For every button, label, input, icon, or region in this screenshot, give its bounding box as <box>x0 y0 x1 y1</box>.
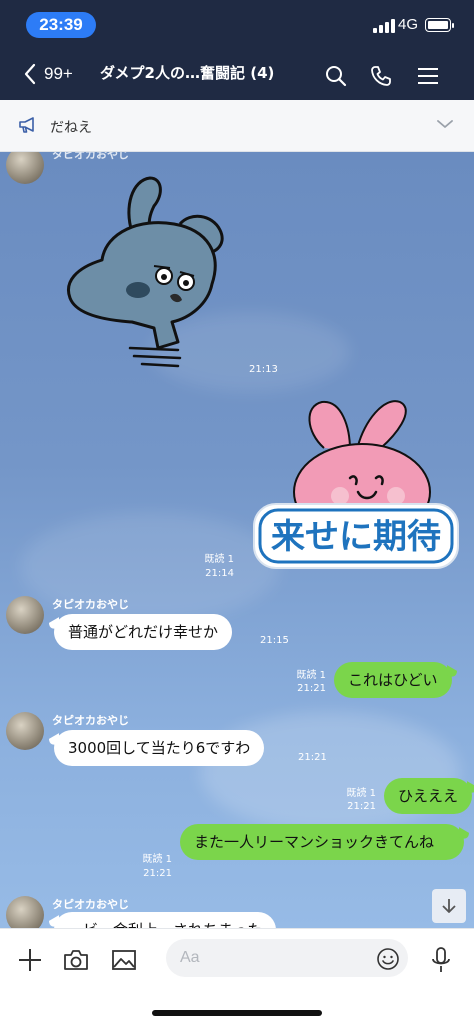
chat-title: ダメプ2人の…奮闘記 (4) <box>100 64 275 82</box>
message-bubble[interactable]: また一人リーマンショックきてんね <box>180 824 464 860</box>
menu-button[interactable] <box>414 62 442 90</box>
chevron-down-icon[interactable] <box>436 119 454 129</box>
avatar[interactable] <box>6 152 44 184</box>
pink-rabbit-sticker[interactable]: 来せに期待 <box>246 392 466 574</box>
image-button[interactable] <box>109 945 139 975</box>
sticker-text: 来せに期待 <box>271 517 441 557</box>
announcement-text: だねえ <box>50 120 92 136</box>
message-time: 21:21 <box>298 752 327 763</box>
blue-creature-sticker[interactable] <box>62 172 232 372</box>
add-button[interactable] <box>15 945 45 975</box>
voice-button[interactable] <box>426 945 456 975</box>
message-bubble[interactable]: …ビ…金利上…されちまった <box>54 912 277 928</box>
unread-count: 99+ <box>44 64 73 83</box>
announcement-bar[interactable]: だねえ <box>0 100 474 152</box>
message-time: 21:21 <box>347 801 376 812</box>
avatar[interactable] <box>6 712 44 750</box>
megaphone-icon <box>19 117 34 133</box>
emoji-icon <box>377 948 399 970</box>
read-receipt: 既読 1 <box>204 554 234 565</box>
battery-icon <box>425 18 454 32</box>
sender-name: タピオカおやじ <box>52 714 129 727</box>
status-time: 23:39 <box>26 12 96 38</box>
image-icon <box>112 950 136 970</box>
message-bubble[interactable]: これはひどい <box>334 662 452 698</box>
mic-icon <box>432 947 450 972</box>
sender-name: タピオカおやじ <box>52 598 129 611</box>
avatar[interactable] <box>6 896 44 928</box>
read-receipt: 既読 1 <box>142 854 172 865</box>
call-button[interactable] <box>367 62 395 90</box>
sender-name: タピオカおやじ <box>52 152 129 161</box>
search-button[interactable] <box>322 62 350 90</box>
home-indicator <box>152 1010 322 1016</box>
back-button[interactable]: 99+ <box>24 56 73 92</box>
status-bar: 23:39 4G <box>0 10 474 40</box>
chevron-left-icon <box>24 63 36 85</box>
message-bubble[interactable]: 3000回して当たり6ですわ <box>54 730 265 766</box>
arrow-down-icon <box>442 899 456 913</box>
message-time: 21:21 <box>143 868 172 879</box>
sender-name: タピオカおやじ <box>52 898 129 911</box>
avatar[interactable] <box>6 596 44 634</box>
message-bubble[interactable]: ひえええ <box>384 778 473 814</box>
network-type: 4G <box>398 16 419 33</box>
chat-header: 99+ ダメプ2人の…奮闘記 (4) <box>0 52 474 100</box>
scroll-to-bottom-button[interactable] <box>432 889 466 923</box>
message-bubble[interactable]: 普通がどれだけ幸せか <box>54 614 233 650</box>
message-time: 21:13 <box>249 364 278 375</box>
message-time: 21:21 <box>297 683 326 694</box>
message-time: 21:14 <box>205 568 234 579</box>
plus-icon <box>19 949 41 971</box>
menu-icon <box>418 68 438 84</box>
chat-area[interactable]: タピオカおやじ 21:13 来せに期待 既読 1 21:14 タピオカおやじ 普… <box>0 152 474 928</box>
message-time: 21:15 <box>260 635 289 646</box>
camera-button[interactable] <box>61 945 91 975</box>
read-receipt: 既読 1 <box>296 670 326 681</box>
camera-icon <box>64 950 88 970</box>
message-input[interactable] <box>166 939 408 977</box>
read-receipt: 既読 1 <box>346 788 376 799</box>
search-icon <box>326 66 347 87</box>
phone-icon <box>371 66 391 86</box>
signal-icon <box>373 19 395 33</box>
emoji-button[interactable] <box>374 945 402 973</box>
top-bar: 23:39 4G 99+ ダメプ2人の…奮闘記 (4) <box>0 0 474 100</box>
input-bar <box>0 928 474 1024</box>
